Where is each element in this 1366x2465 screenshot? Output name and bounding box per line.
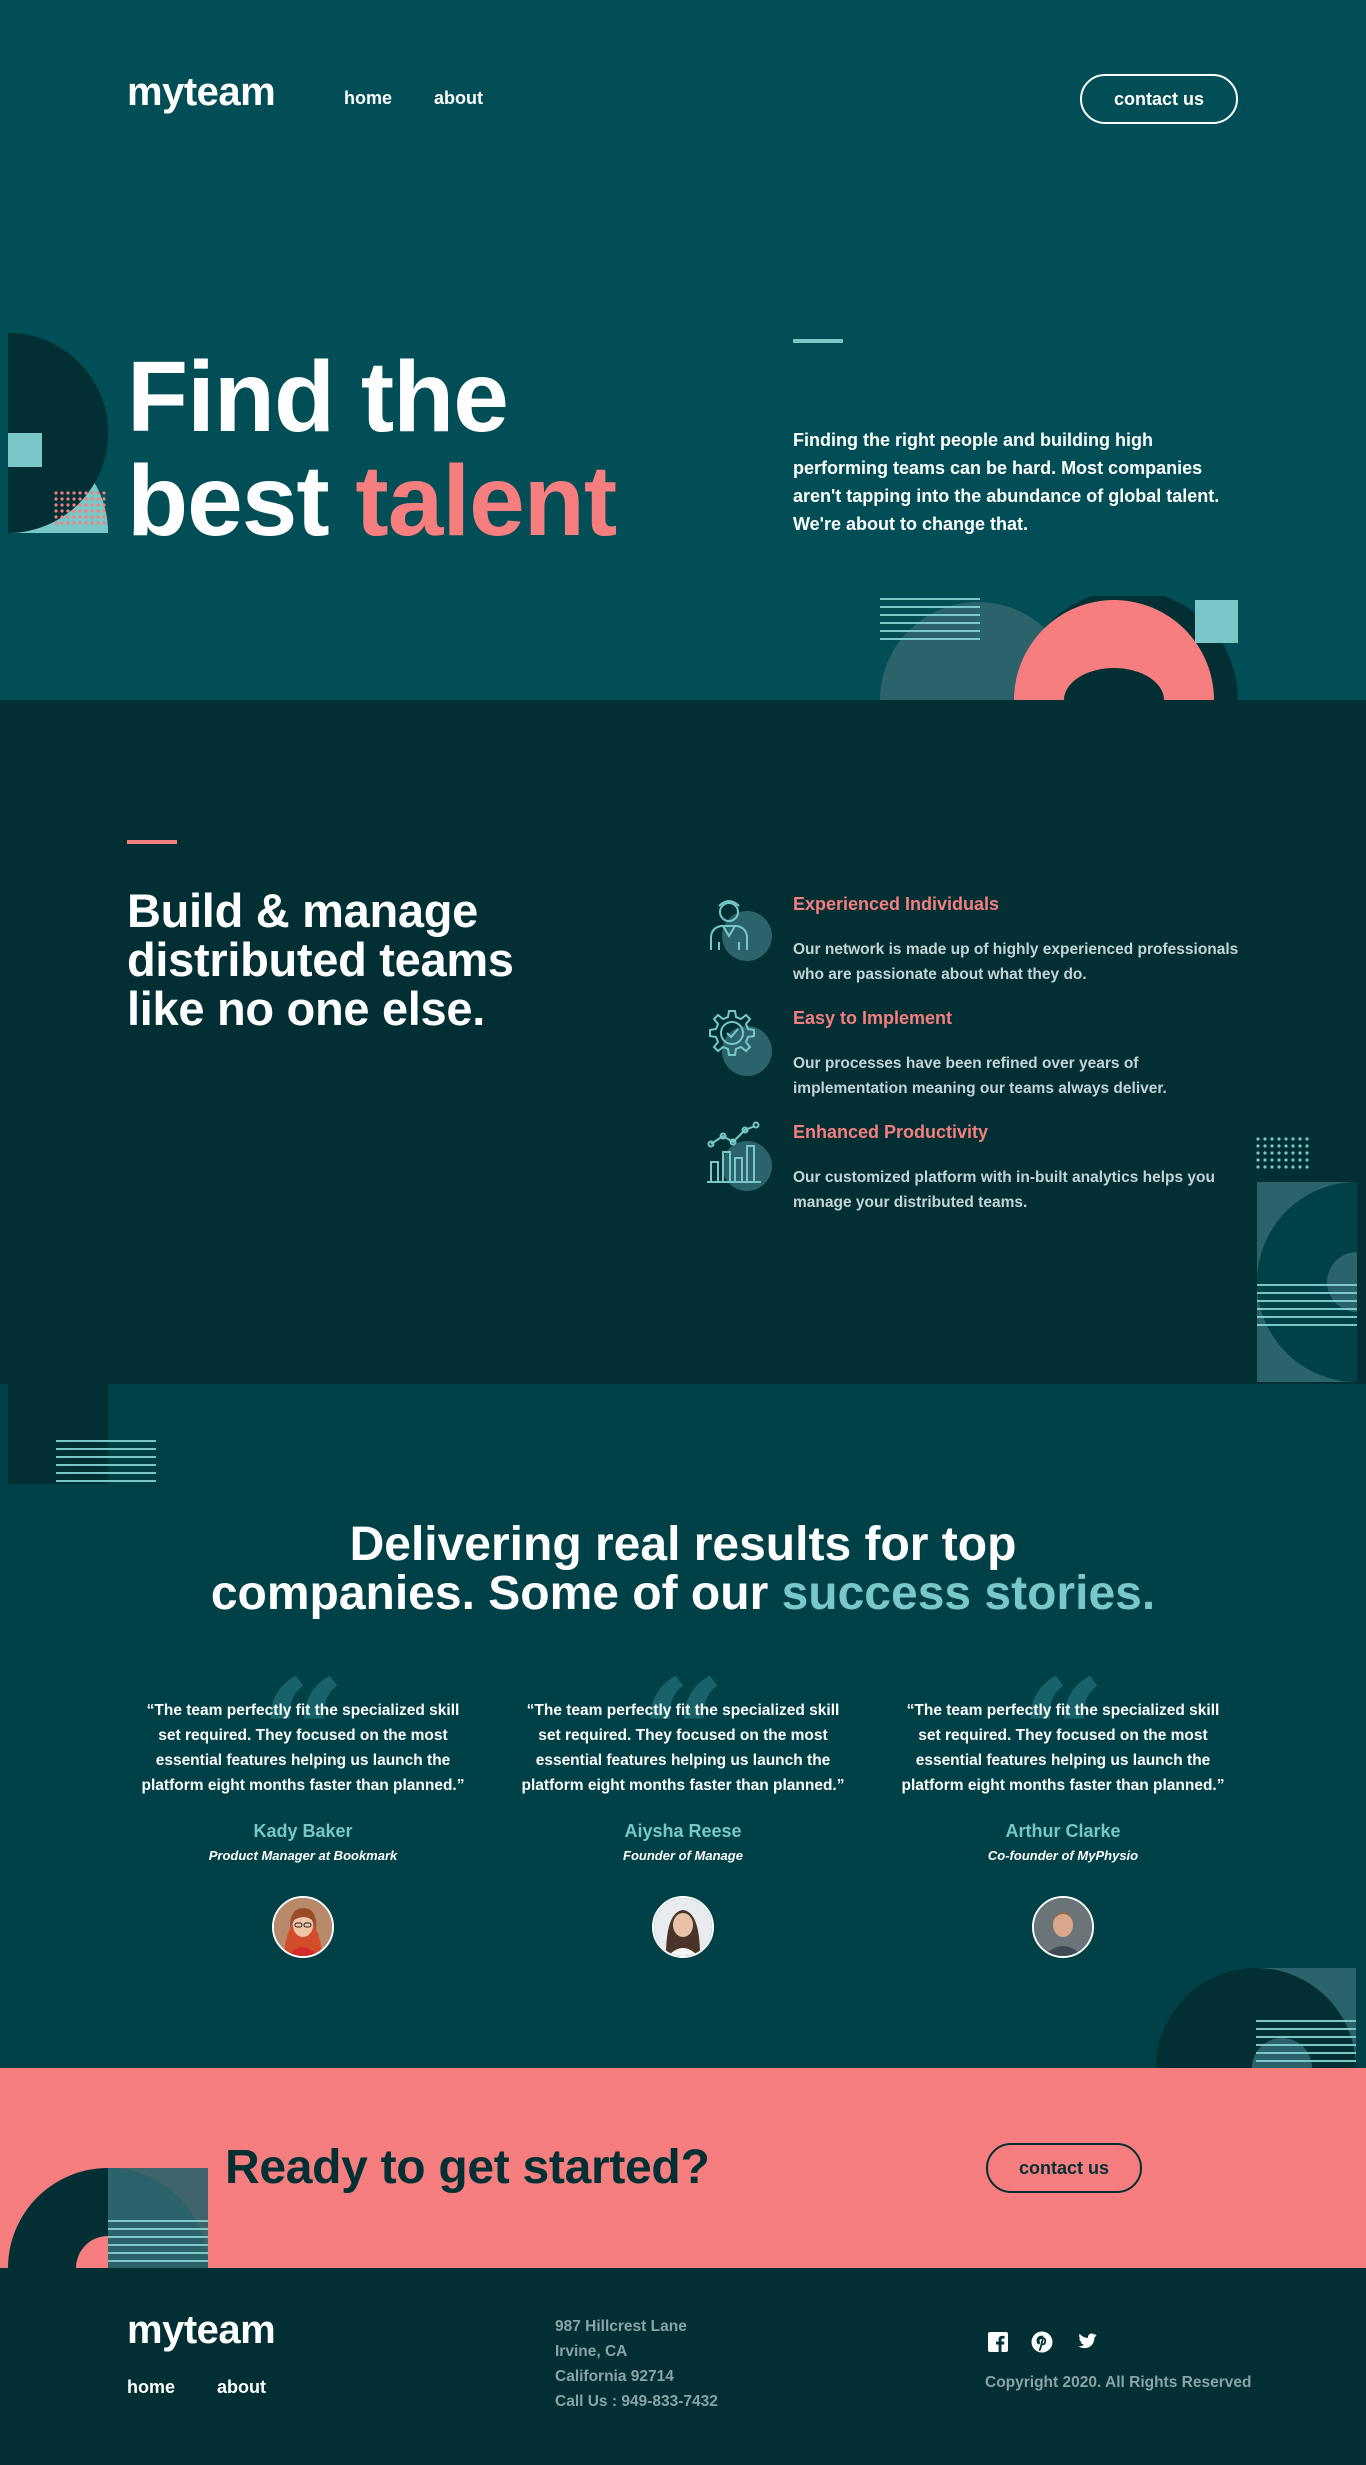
testimonials-title-highlight: success stories. [781,1567,1156,1620]
hero-section: myteam home about contact us Find the be… [0,0,1366,700]
testimonials-title: Delivering real results for top companie… [0,1520,1366,1618]
footer-logo[interactable]: myteam [127,2308,276,2353]
testimonials-left-decoration [8,1384,156,1484]
hero-title-line2: best [127,445,330,557]
header-contact-button[interactable]: contact us [1080,74,1238,124]
avatar [652,1896,714,1958]
footer-nav-home-link[interactable]: home [127,2377,175,2398]
feature-text-easy: Our processes have been refined over yea… [793,1055,1167,1097]
testimonial-name: Arthur Clarke [1005,1821,1121,1841]
hero-right-decoration [880,596,1238,700]
hero-left-shape [8,333,108,533]
footer-nav-about-link[interactable]: about [217,2377,266,2398]
footer-address: 987 Hillcrest Lane Irvine, CA California… [555,2314,718,2414]
cta-title: Ready to get started? [225,2141,710,2194]
testimonial-card: “ “The team perfectly fit the specialize… [133,1660,473,1958]
feature-title-experienced: Experienced Individuals [793,894,1000,914]
features-accent-bar [127,840,177,844]
hero-title: Find the best talent [127,345,617,553]
chart-icon [707,1121,772,1191]
testimonial-quote: “The team perfectly fit the specialized … [521,1702,845,1794]
hero-title-highlight: talent [355,445,617,557]
hero-accent-bar [793,339,843,343]
features-section [0,700,1366,1384]
address-line: California 92714 [555,2368,674,2385]
features-right-decoration [1256,1137,1357,1382]
testimonial-quote: “The team perfectly fit the specialized … [901,1702,1225,1794]
testimonial-role: Product Manager at Bookmark [208,1848,398,1863]
nav-home-link[interactable]: home [344,88,392,109]
testimonials-right-decoration [1156,1968,1356,2068]
feature-text-productivity: Our customized platform with in-built an… [793,1169,1215,1211]
testimonial-name: Kady Baker [253,1821,353,1841]
person-icon [710,900,772,961]
testimonial-quote: “The team perfectly fit the specialized … [141,1702,465,1794]
copyright-text: Copyright 2020. All Rights Reserved [985,2374,1252,2391]
testimonial-card: “ “The team perfectly fit the specialize… [893,1660,1233,1958]
nav-about-link[interactable]: about [434,88,483,109]
feature-text-experienced: Our network is made up of highly experie… [793,941,1239,983]
testimonial-role: Co-founder of MyPhysio [987,1848,1139,1863]
avatar [1032,1896,1094,1958]
testimonial-name: Aiysha Reese [624,1821,742,1841]
testimonials-title-line2: companies. Some of our [210,1567,769,1620]
pinterest-icon[interactable] [1030,2330,1054,2354]
address-line: Irvine, CA [555,2343,628,2360]
cog-check-icon [709,1010,772,1076]
address-line: 987 Hillcrest Lane [555,2318,687,2335]
feature-title-productivity: Enhanced Productivity [793,1122,989,1142]
testimonial-card: “ “The team perfectly fit the specialize… [513,1660,853,1958]
features-title: Build & manage distributed teams like no… [127,884,514,1035]
testimonial-role: Founder of Manage [623,1848,743,1863]
hero-title-line1: Find the [127,341,509,453]
testimonials-title-line1: Delivering real results for top [349,1518,1017,1571]
cta-contact-button[interactable]: contact us [986,2143,1142,2193]
header-logo[interactable]: myteam [127,70,276,115]
feature-title-easy: Easy to Implement [793,1008,953,1028]
phone-line: Call Us : 949-833-7432 [555,2393,718,2410]
twitter-icon[interactable] [1074,2330,1098,2354]
facebook-icon[interactable] [986,2330,1010,2354]
cta-left-decoration [8,2168,208,2268]
avatar [272,1896,334,1958]
hero-description: Finding the right people and building hi… [793,430,1220,534]
